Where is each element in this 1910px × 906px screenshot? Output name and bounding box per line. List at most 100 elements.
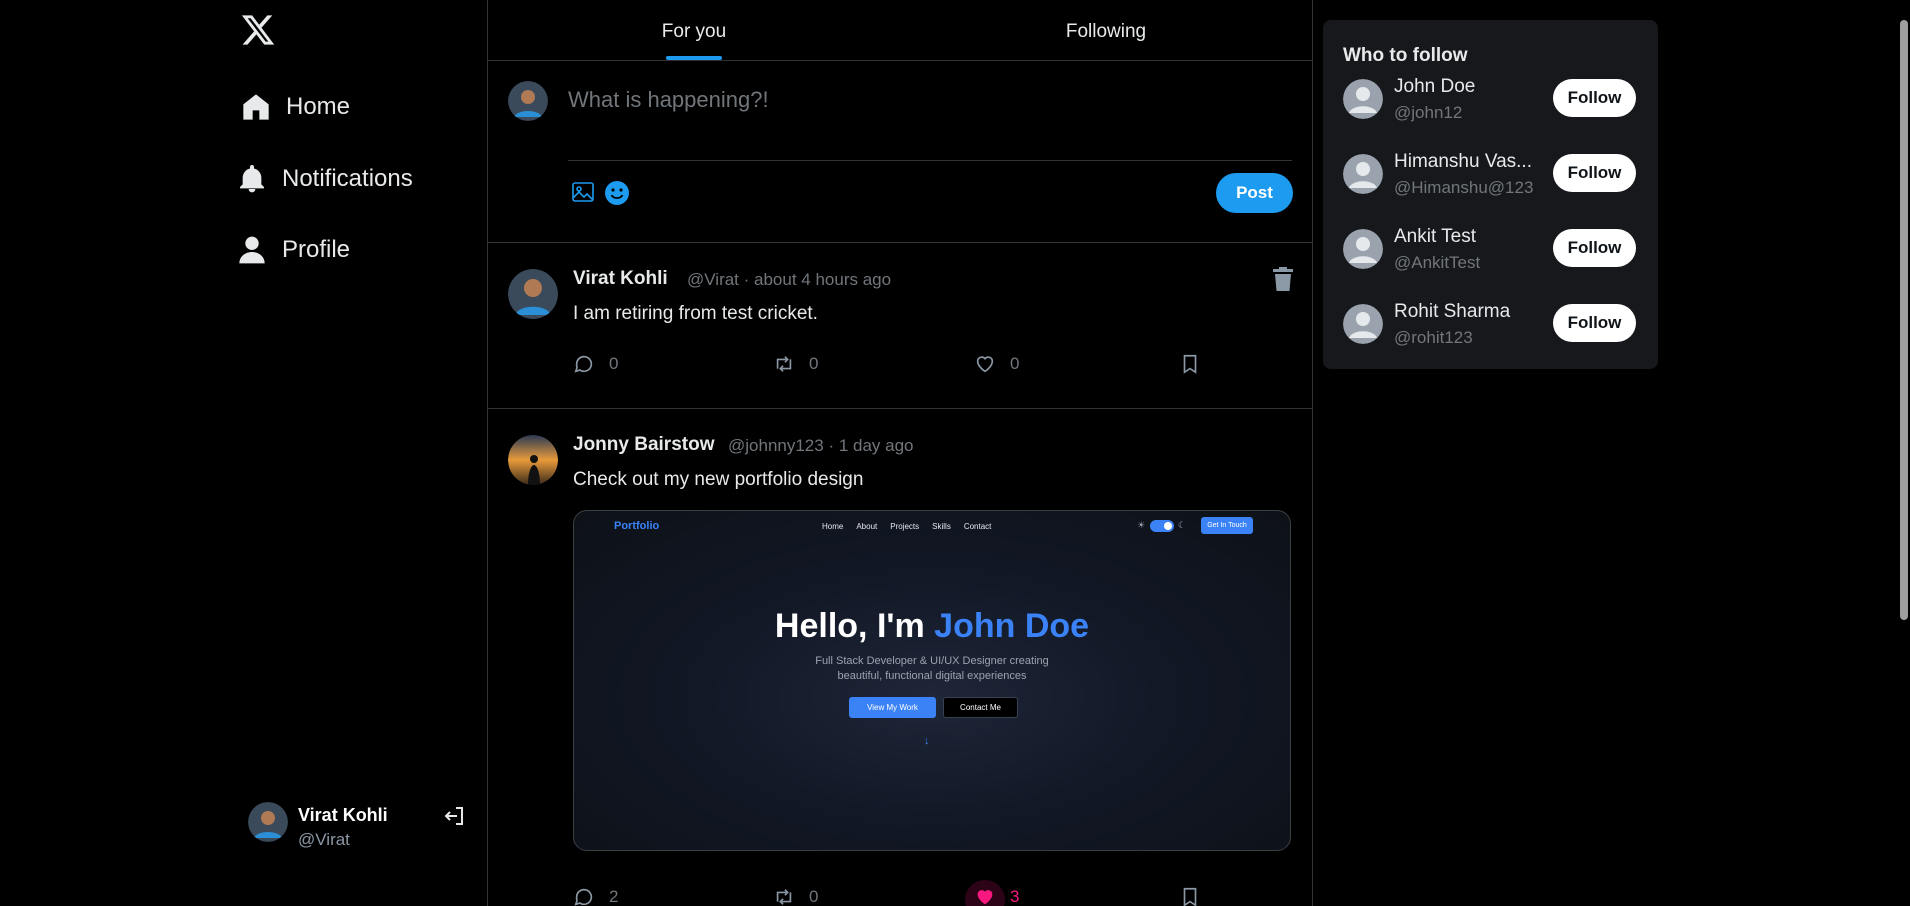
- tab-following-label: Following: [1065, 21, 1147, 42]
- tweet-text: I am retiring from test cricket.: [573, 303, 818, 324]
- retweet-button[interactable]: 0: [773, 886, 818, 906]
- suggestion-handle: @Himanshu@123: [1394, 178, 1534, 197]
- reply-count: 0: [609, 354, 619, 373]
- follow-suggestion[interactable]: Ankit Test @AnkitTest Follow: [1343, 223, 1643, 283]
- follow-button[interactable]: Follow: [1553, 229, 1636, 267]
- like-button[interactable]: 0: [974, 353, 1019, 375]
- scrollbar[interactable]: [1900, 20, 1908, 620]
- default-avatar-icon: [1343, 154, 1383, 194]
- tweet-actions: 2 0 3: [573, 880, 1213, 906]
- nav-notifications-label: Notifications: [282, 165, 413, 192]
- main-feed: For you Following What is happening?! Po…: [487, 0, 1313, 906]
- moon-icon: ☾: [1178, 520, 1187, 530]
- post-button[interactable]: Post: [1216, 173, 1293, 213]
- default-avatar-icon: [1343, 304, 1383, 344]
- bell-icon: [240, 165, 264, 193]
- bookmark-button[interactable]: [1179, 353, 1201, 375]
- portfolio-secondary-button: Contact Me: [943, 697, 1018, 718]
- trash-icon[interactable]: [1273, 267, 1293, 291]
- portfolio-nav-item: About: [856, 522, 878, 531]
- portfolio-nav-item: Contact: [963, 522, 992, 531]
- bookmark-icon: [1183, 354, 1197, 374]
- suggestion-handle: @john12: [1394, 103, 1463, 122]
- nav-item-home[interactable]: Home: [240, 91, 350, 123]
- tab-following[interactable]: Following: [900, 0, 1312, 60]
- suggestion-handle: @rohit123: [1394, 328, 1473, 347]
- follow-suggestion[interactable]: Himanshu Vas... @Himanshu@123 Follow: [1343, 148, 1643, 208]
- nav-item-profile[interactable]: Profile: [236, 234, 350, 266]
- left-sidebar: Home Notifications Profile Virat Kohli @…: [0, 0, 487, 906]
- retweet-icon: [776, 356, 792, 372]
- portfolio-nav-item: Skills: [932, 522, 951, 531]
- current-user-name: Virat Kohli: [298, 805, 388, 825]
- suggestion-name: Ankit Test: [1394, 226, 1477, 247]
- user-icon: [239, 236, 265, 264]
- reply-button[interactable]: 0: [573, 353, 618, 375]
- logout-icon[interactable]: [442, 804, 466, 828]
- portfolio-nav-item: Projects: [890, 522, 920, 531]
- avatar[interactable]: [508, 269, 558, 319]
- follow-suggestion[interactable]: Rohit Sharma @rohit123 Follow: [1343, 298, 1643, 358]
- like-count: 0: [1010, 354, 1020, 373]
- subtitle-line: Full Stack Developer & UI/UX Designer cr…: [815, 655, 1049, 667]
- tab-for-you[interactable]: For you: [488, 0, 900, 60]
- compose-input[interactable]: What is happening?!: [568, 87, 769, 113]
- tweet-image[interactable]: Portfolio Home About Projects Skills Con…: [573, 510, 1291, 851]
- tweet-meta: @Virat · about 4 hours ago: [687, 270, 892, 289]
- portfolio-primary-button: View My Work: [849, 697, 936, 718]
- tweet-meta: @johnny123 · 1 day ago: [728, 436, 914, 455]
- portfolio-nav-item: Home: [822, 522, 844, 531]
- follow-button[interactable]: Follow: [1553, 79, 1636, 117]
- nav-profile-label: Profile: [282, 236, 351, 263]
- follow-button[interactable]: Follow: [1553, 304, 1636, 342]
- retweet-icon: [776, 889, 792, 905]
- retweet-count: 0: [809, 887, 819, 906]
- who-to-follow-title: Who to follow: [1343, 45, 1468, 66]
- x-logo-icon[interactable]: [240, 12, 276, 48]
- suggestion-handle: @AnkitTest: [1394, 253, 1481, 272]
- who-to-follow-panel: Who to follow John Doe @john12 Follow Hi…: [1323, 20, 1658, 369]
- tweet-actions: 0 0 0: [573, 353, 1213, 381]
- emoji-icon[interactable]: [604, 180, 630, 206]
- reply-button[interactable]: 2: [573, 886, 618, 906]
- default-avatar-icon: [1343, 79, 1383, 119]
- active-tab-indicator: [666, 56, 722, 60]
- portfolio-cta: Get In Touch: [1201, 517, 1253, 534]
- portfolio-nav: Home About Projects Skills Contact: [822, 522, 991, 531]
- bookmark-icon: [1183, 887, 1197, 906]
- compose-box: What is happening?! Post: [488, 61, 1312, 243]
- headline-name: John Doe: [934, 607, 1090, 645]
- avatar: [248, 802, 288, 842]
- tweet-author-name[interactable]: Jonny Bairstow: [573, 434, 714, 456]
- nav-item-notifications[interactable]: Notifications: [236, 163, 413, 195]
- nav-home-label: Home: [286, 93, 351, 120]
- reply-icon: [574, 888, 593, 906]
- suggestion-name: Himanshu Vas...: [1394, 151, 1532, 172]
- feed-tabs: For you Following: [488, 0, 1312, 61]
- reply-icon: [574, 355, 593, 373]
- heart-icon: [976, 356, 994, 373]
- default-avatar-icon: [1343, 229, 1383, 269]
- image-upload-icon[interactable]: [571, 180, 595, 204]
- portfolio-subtitle: Full Stack Developer & UI/UX Designer cr…: [574, 654, 1290, 684]
- current-user-card[interactable]: Virat Kohli @Virat: [248, 800, 468, 849]
- arrow-down-icon: ↓: [924, 735, 930, 747]
- tweet[interactable]: Virat Kohli @Virat · about 4 hours ago I…: [488, 243, 1312, 409]
- retweet-button[interactable]: 0: [773, 353, 818, 375]
- portfolio-headline: Hello, I'm John Doe: [574, 607, 1290, 646]
- avatar[interactable]: [508, 435, 558, 485]
- heart-filled-icon: [977, 890, 993, 905]
- suggestion-name: John Doe: [1394, 76, 1476, 97]
- portfolio-brand: Portfolio: [614, 520, 660, 532]
- tweet-author-name[interactable]: Virat Kohli: [573, 268, 668, 290]
- tweet[interactable]: Jonny Bairstow @johnny123 · 1 day ago Ch…: [488, 409, 1312, 906]
- follow-button[interactable]: Follow: [1553, 154, 1636, 192]
- theme-toggle: [1150, 520, 1174, 532]
- tab-for-you-label: For you: [661, 21, 727, 42]
- retweet-count: 0: [809, 354, 819, 373]
- follow-suggestion[interactable]: John Doe @john12 Follow: [1343, 73, 1643, 133]
- headline-prefix: Hello, I'm: [774, 607, 925, 645]
- current-user-handle: @Virat: [298, 830, 350, 849]
- bookmark-button[interactable]: [1179, 886, 1201, 906]
- like-button[interactable]: 3: [974, 886, 1019, 906]
